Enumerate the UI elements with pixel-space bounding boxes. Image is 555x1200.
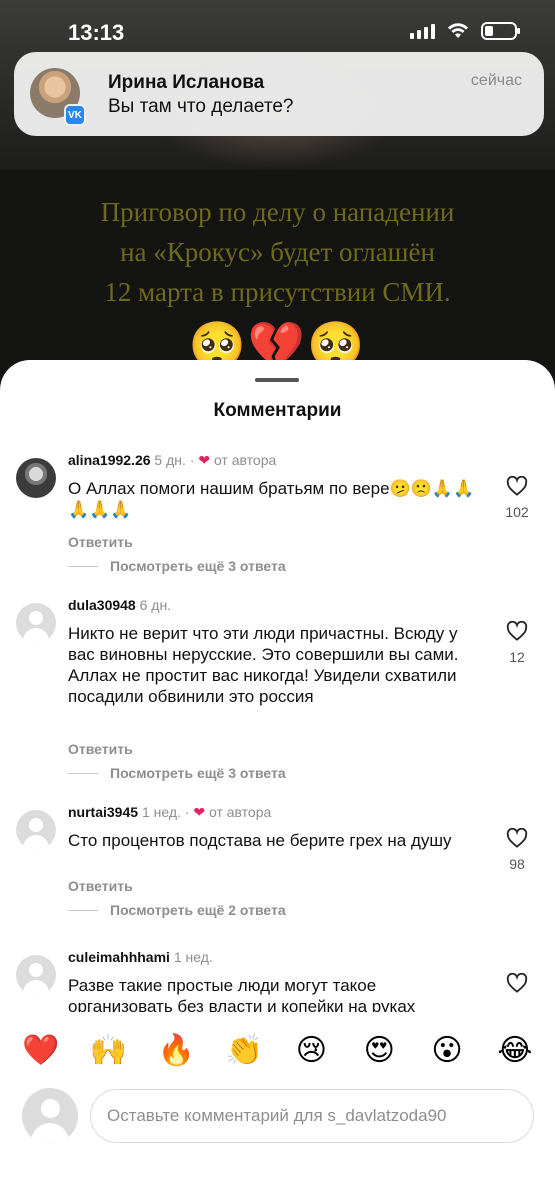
quick-reactions-bar: ❤️ 🙌 🔥 👏 😢 😍 😮 😂 xyxy=(0,1015,555,1085)
avatar[interactable] xyxy=(16,603,56,643)
reaction-surprised-icon[interactable]: 😮 xyxy=(429,1033,465,1068)
like-button[interactable]: 12 xyxy=(499,621,535,665)
like-count: 102 xyxy=(505,504,529,520)
comment-text: Сто процентов подстава не берите грех на… xyxy=(68,831,452,850)
author-like-label: от автора xyxy=(208,804,272,820)
headline-line-1: Приговор по делу о нападении xyxy=(100,197,455,227)
comments-sheet: Комментарии alina1992.26 5 дн. · ❤ от ав… xyxy=(0,360,555,1200)
like-button[interactable]: 102 xyxy=(499,476,535,520)
reply-button[interactable]: Ответить xyxy=(68,534,133,550)
comment-input[interactable]: Оставьте комментарий для s_davlatzoda90 xyxy=(90,1089,534,1143)
avatar[interactable] xyxy=(16,810,56,850)
headline-line-2: на «Крокус» будет оглашён xyxy=(120,237,435,267)
comment-meta: dula30948 6 дн. xyxy=(68,597,171,613)
comment-text: О Аллах помоги нашим братьям по вере🫤🙁🙏🙏… xyxy=(68,479,475,519)
view-replies-button[interactable]: Посмотреть ещё 3 ответа xyxy=(68,765,286,781)
notification-time: сейчас xyxy=(470,72,522,89)
comment-username[interactable]: nurtai3945 xyxy=(68,804,138,820)
like-button[interactable]: 98 xyxy=(499,828,535,872)
author-heart-icon: ❤ xyxy=(198,452,211,468)
author-heart-icon: ❤ xyxy=(193,804,206,820)
reaction-crying-icon[interactable]: 😢 xyxy=(293,1033,329,1068)
battery-icon xyxy=(481,22,520,40)
comment-age: 5 дн. xyxy=(154,452,186,468)
comment-username[interactable]: dula30948 xyxy=(68,597,136,613)
heart-outline-icon xyxy=(506,621,528,641)
reply-button[interactable]: Ответить xyxy=(68,741,133,757)
comment-username[interactable]: alina1992.26 xyxy=(68,452,151,468)
reaction-heart-icon[interactable]: ❤️ xyxy=(22,1033,59,1068)
reaction-raised-hands-icon[interactable]: 🙌 xyxy=(90,1033,127,1068)
vk-app-icon: VK xyxy=(64,104,86,126)
status-bar: 13:13 xyxy=(0,0,555,56)
status-time: 13:13 xyxy=(68,20,125,45)
comment-meta: alina1992.26 5 дн. · ❤ от автора xyxy=(68,452,277,468)
author-like-label: от автора xyxy=(213,452,277,468)
reaction-clap-icon[interactable]: 👏 xyxy=(226,1033,263,1068)
comment-age: 6 дн. xyxy=(139,597,172,613)
heart-outline-icon xyxy=(506,828,528,848)
like-count: 98 xyxy=(509,856,525,872)
avatar[interactable] xyxy=(16,955,56,995)
reaction-fire-icon[interactable]: 🔥 xyxy=(158,1033,195,1068)
heart-outline-icon xyxy=(506,476,528,496)
cellular-signal-icon xyxy=(410,23,435,39)
comment-age: 1 нед. xyxy=(173,949,213,965)
comment-text: Разве такие простые люди могут такое орг… xyxy=(68,976,416,1012)
comment-text: Никто не верит что эти люди причастны. В… xyxy=(68,624,459,706)
comment-meta: nurtai3945 1 нед. · ❤ от автора xyxy=(68,804,272,820)
comment-age: 1 нед. xyxy=(141,804,181,820)
headline-line-3: 12 марта в присутствии СМИ. xyxy=(104,277,451,307)
notification-message: Вы там что делаете? xyxy=(108,96,294,117)
comment-meta: culeimahhhami 1 нед. xyxy=(68,949,213,965)
view-replies-label: Посмотреть ещё 2 ответа xyxy=(110,902,286,918)
view-replies-label: Посмотреть ещё 3 ответа xyxy=(110,558,286,574)
view-replies-button[interactable]: Посмотреть ещё 2 ответа xyxy=(68,902,286,918)
post-headline: Приговор по делу о нападении на «Крокус»… xyxy=(20,192,535,312)
reply-button[interactable]: Ответить xyxy=(68,878,133,894)
comment-composer: Оставьте комментарий для s_davlatzoda90 xyxy=(0,1085,555,1200)
heart-outline-icon xyxy=(506,973,528,993)
comment-username[interactable]: culeimahhhami xyxy=(68,949,170,965)
comments-list[interactable]: alina1992.26 5 дн. · ❤ от автора О Аллах… xyxy=(0,452,555,1012)
wifi-icon xyxy=(448,23,468,38)
reaction-heart-eyes-icon[interactable]: 😍 xyxy=(361,1033,397,1068)
push-notification[interactable]: VK Ирина Исланова Вы там что делаете? се… xyxy=(14,52,544,136)
drag-handle[interactable] xyxy=(255,378,299,382)
view-replies-button[interactable]: Посмотреть ещё 3 ответа xyxy=(68,558,286,574)
avatar xyxy=(22,1088,78,1144)
avatar[interactable] xyxy=(16,458,56,498)
like-count: 12 xyxy=(509,649,525,665)
reaction-laughing-icon[interactable]: 😂 xyxy=(497,1033,533,1068)
notification-sender: Ирина Исланова xyxy=(108,72,265,93)
sheet-title: Комментарии xyxy=(213,400,342,421)
like-button[interactable] xyxy=(499,973,535,993)
view-replies-label: Посмотреть ещё 3 ответа xyxy=(110,765,286,781)
